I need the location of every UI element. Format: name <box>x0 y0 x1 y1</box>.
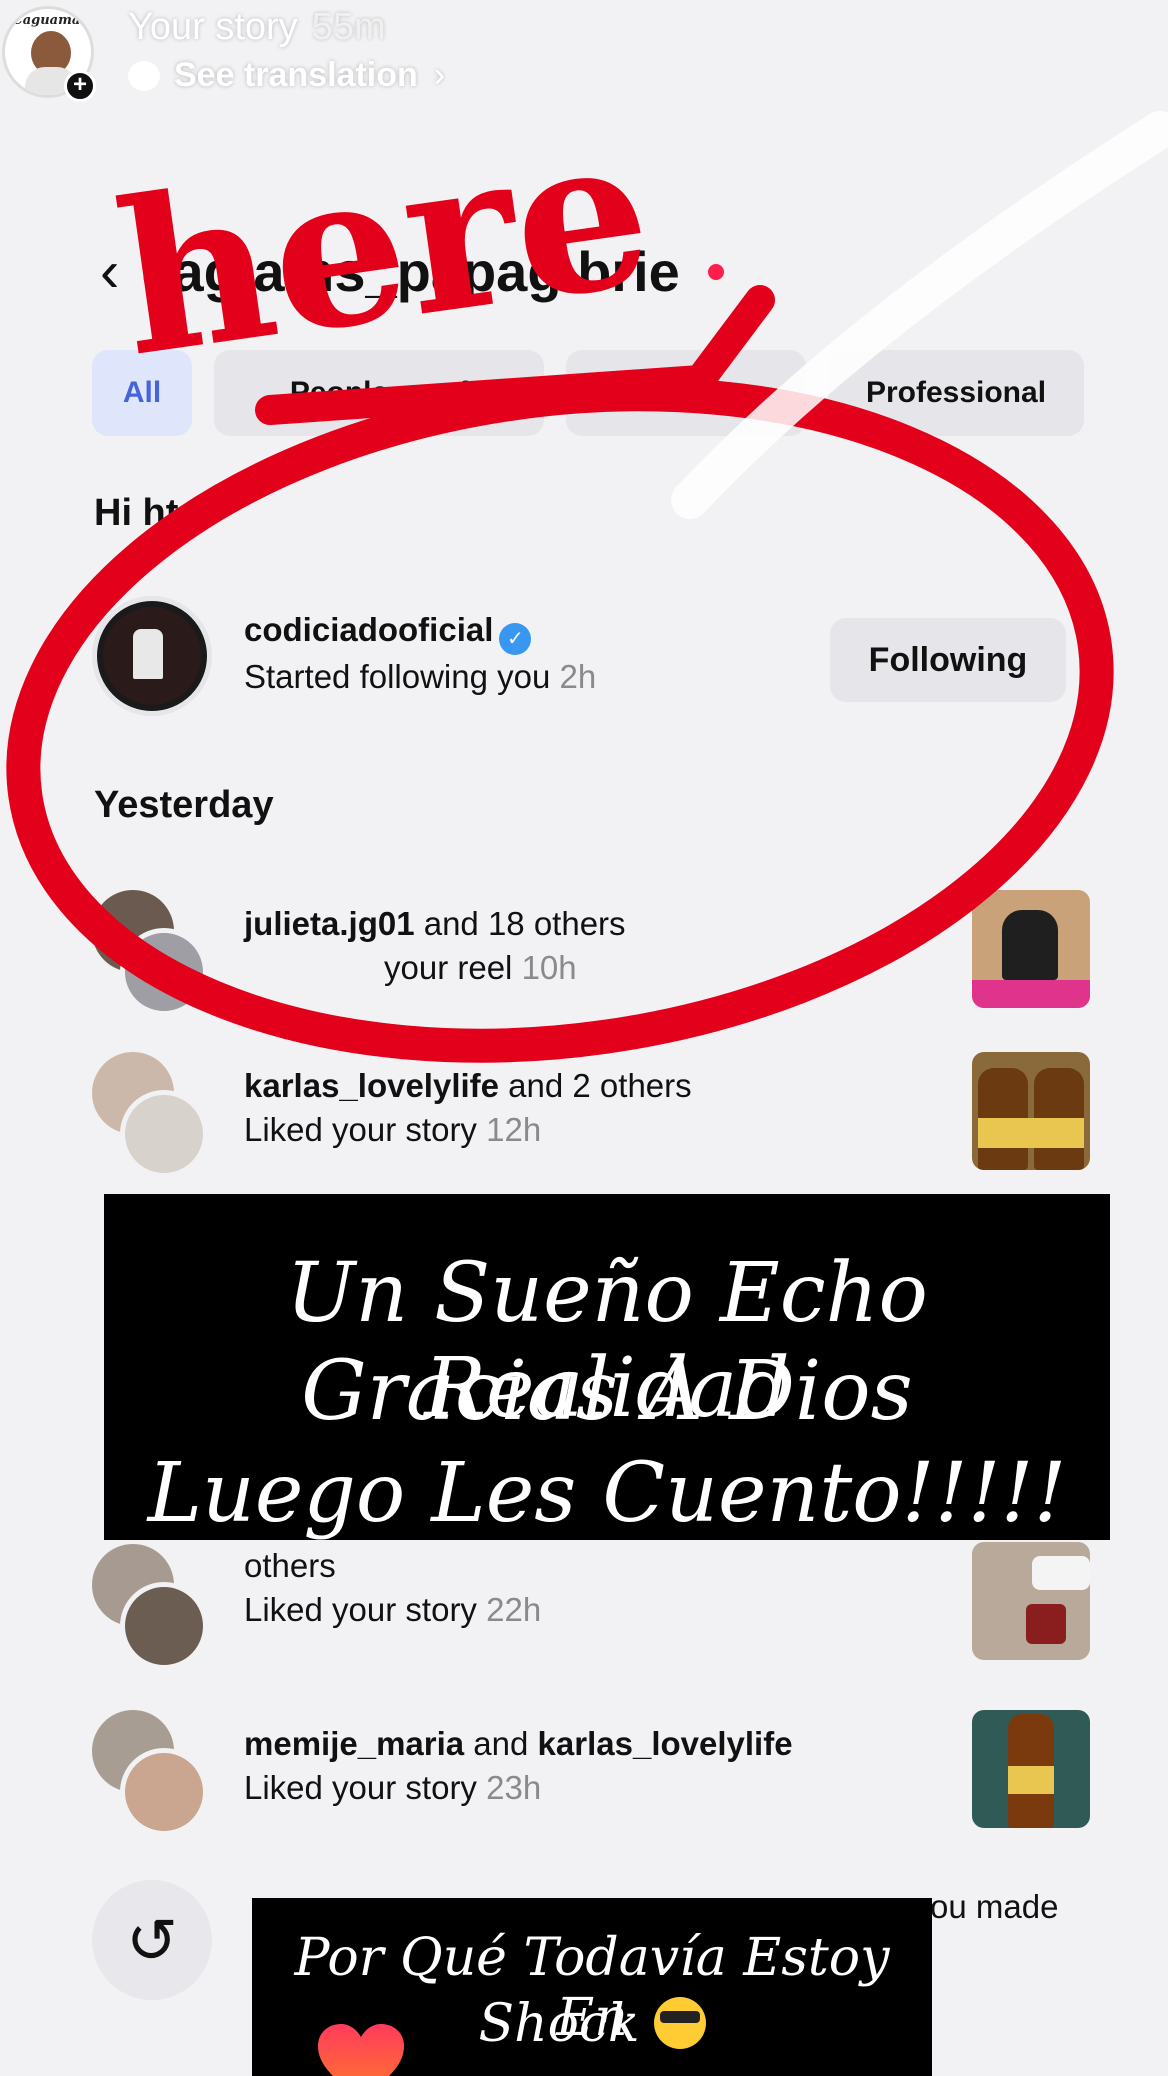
notification-user[interactable]: codiciadooficial <box>244 611 493 648</box>
back-chevron-icon[interactable]: ‹ <box>100 238 119 305</box>
filter-tabs: All People you f Professional <box>92 350 1084 436</box>
notification-text: memije_maria and karlas_lovelylife Liked… <box>244 1722 793 1810</box>
post-thumbnail[interactable] <box>972 1542 1090 1660</box>
plus-icon[interactable]: + <box>64 70 96 102</box>
notification-text: julieta.jg01 and 18 others your reel 10h <box>244 902 626 990</box>
post-thumbnail[interactable] <box>972 1052 1090 1170</box>
thumbnail-label <box>1008 1766 1054 1794</box>
thumbnail-car <box>1032 1556 1090 1590</box>
notification-text: codiciadooficial ✓ Started following you … <box>244 608 596 699</box>
caption-line: Gracias A Dios <box>301 1344 913 1439</box>
notification-time: 10h <box>521 949 577 986</box>
section-yesterday: Yesterday <box>94 784 274 826</box>
tab-hidden[interactable] <box>566 350 806 436</box>
white-brush-stroke <box>671 111 1168 519</box>
thumbnail-label <box>978 1118 1084 1148</box>
notification-user[interactable]: memije_maria <box>244 1725 464 1762</box>
list-item[interactable]: memije_maria and karlas_lovelylife Liked… <box>92 1710 1092 1840</box>
story-caption-main: Un Sueño Echo Realidad Gracias A Dios Lu… <box>104 1194 1110 1541</box>
notification-action: Liked your story <box>244 1111 477 1148</box>
thumbnail-table <box>972 980 1090 1008</box>
notification-others: and <box>464 1725 538 1762</box>
thumbnail-person <box>1002 910 1058 980</box>
notification-user[interactable]: julieta.jg01 <box>244 905 415 942</box>
notification-action: Liked your story <box>244 1591 477 1628</box>
section-highlights: Hi hts <box>94 492 200 534</box>
notification-time: 12h <box>486 1111 542 1148</box>
heart-icon <box>318 2024 404 2076</box>
story-title-label: Your story <box>128 6 298 48</box>
notification-time: 22h <box>486 1591 542 1628</box>
chevron-right-icon: › <box>433 56 446 94</box>
notification-time: 23h <box>486 1769 542 1806</box>
avatar[interactable] <box>120 1090 208 1178</box>
notifications-header: ‹ cag ams_papag brie <box>100 238 724 305</box>
tab-professional[interactable]: Professional <box>828 350 1084 436</box>
avatar[interactable] <box>120 928 208 1016</box>
partial-notification-text: ou made <box>930 1888 1059 1925</box>
post-thumbnail[interactable] <box>972 890 1090 1008</box>
notification-action: your reel <box>384 949 513 986</box>
avatar-logo-text: Caguamas <box>12 13 88 28</box>
profile-username: cag ams_papag brie <box>141 240 680 303</box>
notification-others: and 2 others <box>499 1067 692 1104</box>
translate-bubble-icon <box>128 60 160 91</box>
following-button[interactable]: Following <box>830 618 1066 702</box>
sunglasses-emoji <box>653 1997 706 2049</box>
see-translation-label: See translation <box>174 56 418 94</box>
avatar-figure <box>133 629 163 679</box>
list-item[interactable]: codiciadooficial ✓ Started following you … <box>92 596 1092 726</box>
avatar[interactable] <box>120 1582 208 1670</box>
avatar[interactable] <box>92 596 212 716</box>
story-header: Caguamas + Your story 55m See translation… <box>0 0 1168 110</box>
notification-text: karlas_lovelylife and 2 others Liked you… <box>244 1064 692 1152</box>
account-indicator-dot <box>707 263 724 280</box>
notification-action: Liked your story <box>244 1769 477 1806</box>
story-time: 55m <box>311 6 386 48</box>
post-thumbnail[interactable] <box>972 1710 1090 1828</box>
notification-action: Started following you <box>244 658 551 695</box>
history-icon: ↺ <box>92 1880 212 2000</box>
notification-time: 2h <box>559 658 597 695</box>
list-item[interactable]: others Liked your story 22h <box>92 1542 1092 1674</box>
list-item[interactable]: julieta.jg01 and 18 others your reel 10h <box>92 890 1092 1020</box>
verified-icon: ✓ <box>499 623 532 655</box>
tab-all[interactable]: All <box>92 350 192 436</box>
story-title: Your story 55m <box>128 6 386 49</box>
notification-user-2[interactable]: karlas_lovelylife <box>538 1725 793 1762</box>
list-item[interactable]: karlas_lovelylife and 2 others Liked you… <box>92 1052 1092 1182</box>
thumbnail-cup <box>1026 1604 1066 1644</box>
avatar[interactable] <box>120 1748 208 1836</box>
notification-text: others Liked your story 22h <box>244 1544 541 1632</box>
tab-people-you-follow[interactable]: People you f <box>214 350 544 436</box>
caption-line: Luego Les Cuento!!!!! <box>147 1446 1067 1541</box>
notification-others: and 18 others <box>414 905 626 942</box>
see-translation-link[interactable]: See translation › <box>128 56 445 95</box>
caption-shock-text: Shock <box>478 1994 640 2054</box>
notification-others: others <box>244 1547 336 1584</box>
notification-user[interactable]: karlas_lovelylife <box>244 1067 499 1104</box>
